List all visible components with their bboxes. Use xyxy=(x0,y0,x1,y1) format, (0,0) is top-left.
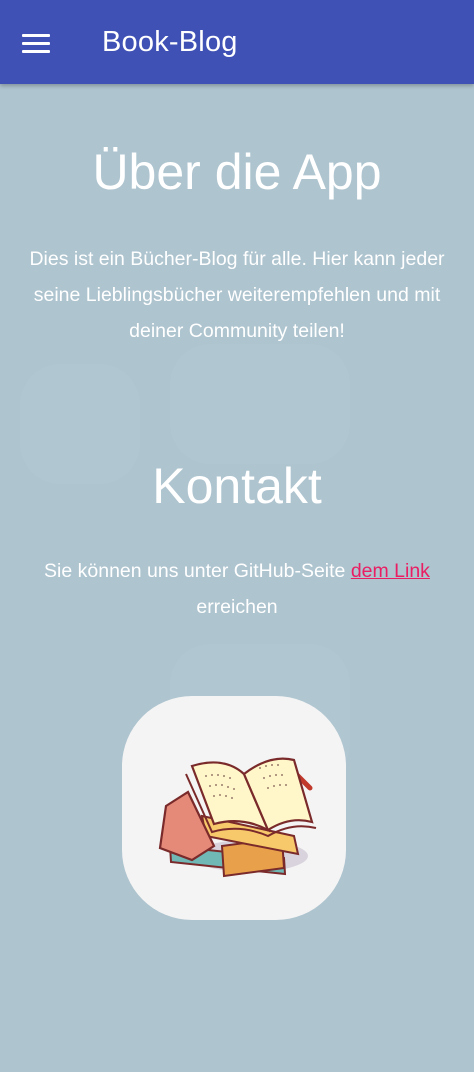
contact-text: Sie können uns unter GitHub-Seite dem Li… xyxy=(18,553,456,625)
contact-text-after: erreichen xyxy=(196,596,278,618)
books-logo-icon xyxy=(158,757,317,878)
about-text: Dies ist ein Bücher-Blog für alle. Hier … xyxy=(29,248,445,342)
app-title: Book-Blog xyxy=(102,26,238,58)
app-bar: Book-Blog xyxy=(0,0,474,84)
app-logo xyxy=(122,696,346,920)
hamburger-menu-icon[interactable] xyxy=(14,22,58,66)
background-shape xyxy=(170,344,350,464)
main-content: Über die App Dies ist ein Bücher-Blog fü… xyxy=(0,84,474,1072)
contact-heading: Kontakt xyxy=(152,458,322,514)
github-link[interactable]: dem Link xyxy=(351,560,430,582)
contact-text-before: Sie können uns unter GitHub-Seite xyxy=(44,560,351,582)
about-heading: Über die App xyxy=(92,144,382,200)
